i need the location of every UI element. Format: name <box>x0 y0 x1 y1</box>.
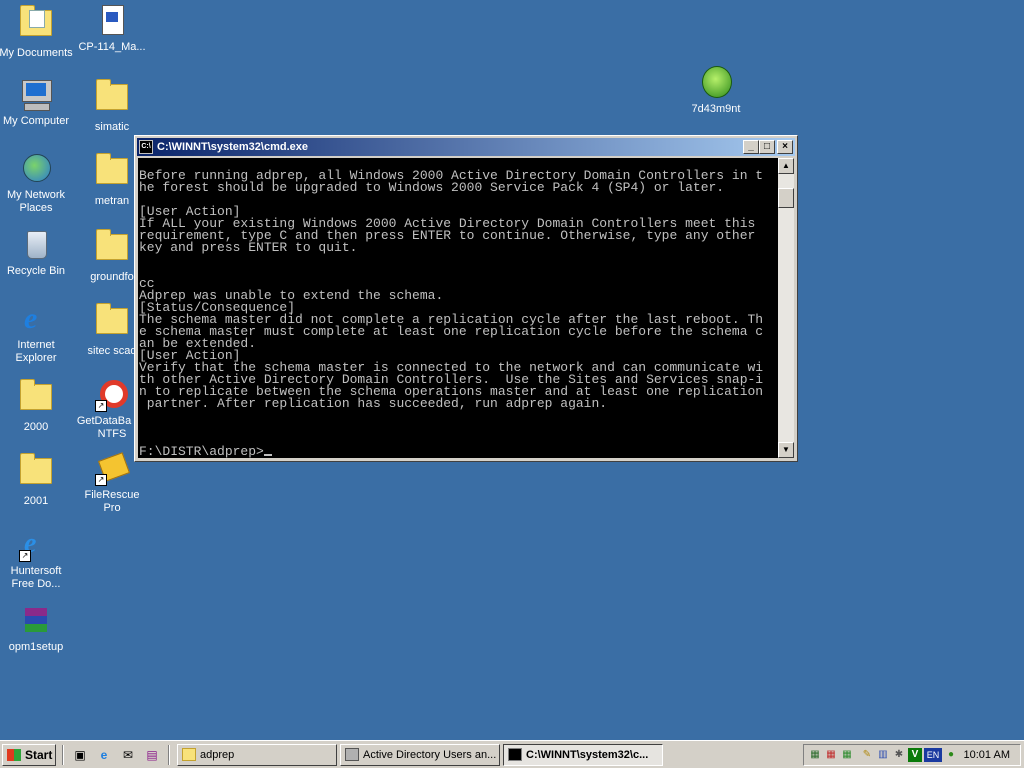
desktop-icon-huntersoft[interactable]: e ↗ Huntersoft Free Do... <box>0 528 74 591</box>
scroll-thumb[interactable] <box>778 188 794 208</box>
desktop-icon-label: My Documents <box>0 47 73 59</box>
drweb-spider-icon <box>699 66 733 100</box>
folder-icon <box>95 303 129 342</box>
minimize-button[interactable]: _ <box>743 140 759 154</box>
desktop-icon-7d43m9nt[interactable]: 7d43m9nt <box>678 66 754 116</box>
window-title: C:\WINNT\system32\cmd.exe <box>157 141 308 153</box>
cmd-icon[interactable]: C:\ <box>139 140 153 154</box>
scroll-up-button[interactable]: ▲ <box>778 158 794 174</box>
shortcut-arrow-icon: ↗ <box>95 400 107 412</box>
winrar-archive-icon <box>19 604 53 638</box>
console-line: F:\DISTR\adprep> <box>139 445 778 458</box>
my-documents-icon <box>19 5 53 44</box>
vertical-scrollbar[interactable]: ▲ ▼ <box>778 158 794 458</box>
task-label: Active Directory Users an... <box>363 749 497 761</box>
console-line: partner. After replication has succeeded… <box>139 396 608 411</box>
task-label: C:\WINNT\system32\c... <box>526 749 649 761</box>
shortcut-arrow-icon: ↗ <box>19 550 31 562</box>
maximize-button[interactable]: □ <box>759 140 775 154</box>
window-titlebar[interactable]: C:\ C:\WINNT\system32\cmd.exe _ □ × <box>137 138 795 156</box>
internet-explorer-icon: e <box>24 302 38 335</box>
desktop-icon-internet-explorer[interactable]: e Internet Explorer <box>0 302 74 365</box>
close-button[interactable]: × <box>777 140 793 154</box>
desktop-icon-label: My Computer <box>2 115 70 127</box>
taskbar-separator <box>62 745 64 765</box>
desktop-icon-my-documents[interactable]: My Documents <box>0 4 74 60</box>
desktop-icon-cp-114[interactable]: CP-114_Ma... <box>74 4 150 54</box>
task-ad-users[interactable]: Active Directory Users an... <box>340 744 500 766</box>
taskbar-separator <box>168 745 170 765</box>
task-adprep[interactable]: adprep <box>177 744 337 766</box>
shortcut-arrow-icon: ↗ <box>95 474 107 486</box>
lifebuoy-icon: ↗ <box>95 378 129 412</box>
recycle-bin-icon <box>19 228 53 262</box>
desktop-icon-label: Internet Explorer <box>15 339 57 364</box>
network-connection-icon[interactable]: ▦ <box>824 748 838 762</box>
folder-icon <box>95 79 129 118</box>
filerescue-icon: ↗ <box>95 452 130 486</box>
desktop-icon-2001[interactable]: 2001 <box>0 452 74 508</box>
desktop-icon-label: FileRescue Pro <box>84 489 140 514</box>
cmd-window[interactable]: C:\ C:\WINNT\system32\cmd.exe _ □ × Befo… <box>134 135 798 462</box>
desktop-icon-my-computer[interactable]: My Computer <box>0 78 74 128</box>
pen-tool-icon[interactable]: ✎ <box>860 748 874 762</box>
desktop-icon-label: Recycle Bin <box>6 265 66 277</box>
network-status-icon[interactable]: ▦ <box>840 748 854 762</box>
text-cursor <box>263 454 272 456</box>
desktop-icon-label: opm1setup <box>8 641 64 653</box>
folder-icon <box>182 748 196 761</box>
folder-icon <box>95 153 129 192</box>
desktop-icon-label: 7d43m9nt <box>691 103 741 115</box>
desktop-icon-label: 2000 <box>23 421 49 433</box>
save-disk-icon[interactable]: ▤ <box>144 747 160 763</box>
language-indicator[interactable]: EN <box>924 748 942 762</box>
start-label: Start <box>25 748 53 762</box>
task-cmd[interactable]: C:\WINNT\system32\c... <box>503 744 663 766</box>
wrench-icon[interactable]: ✱ <box>892 748 906 762</box>
taskbar: Start ▣ e ✉ ▤ adprep Active Directory Us… <box>0 740 1024 768</box>
desktop-icon-label: Huntersoft Free Do... <box>10 565 62 590</box>
cmd-icon <box>508 748 522 761</box>
monitor-icon[interactable]: ▥ <box>876 748 890 762</box>
clock[interactable]: 10:01 AM <box>964 745 1010 765</box>
document-icon <box>95 4 129 38</box>
drweb-spider-icon[interactable]: ● <box>944 748 958 762</box>
huntersoft-icon: e ↗ <box>19 528 53 562</box>
windows-logo-icon <box>7 749 21 761</box>
internet-explorer-icon[interactable]: e <box>96 747 112 763</box>
desktop-icon-label: My Network Places <box>6 189 66 214</box>
show-desktop-icon[interactable]: ▣ <box>72 747 88 763</box>
task-label: adprep <box>200 749 235 761</box>
system-tray: ▦ ▦ ▦ ✎ ▥ ✱ V EN ● 10:01 AM <box>803 744 1021 766</box>
console-line: he forest should be upgraded to Windows … <box>139 180 725 195</box>
network-places-icon <box>19 152 53 186</box>
folder-icon <box>95 229 129 268</box>
ad-users-icon <box>345 748 359 761</box>
desktop-icon-2000[interactable]: 2000 <box>0 378 74 434</box>
desktop-icon-label: simatic <box>94 121 130 133</box>
desktop-icon-label: 2001 <box>23 495 49 507</box>
desktop-icon-label: CP-114_Ma... <box>78 41 146 53</box>
network-icon[interactable]: ▦ <box>808 748 822 762</box>
desktop-icon-recycle-bin[interactable]: Recycle Bin <box>0 228 74 278</box>
console-line: key and press ENTER to quit. <box>139 240 358 255</box>
folder-icon <box>19 453 53 492</box>
scroll-down-button[interactable]: ▼ <box>778 442 794 458</box>
my-computer-icon <box>19 78 53 112</box>
start-button[interactable]: Start <box>2 744 56 766</box>
antivirus-v-icon[interactable]: V <box>908 748 922 762</box>
folder-icon <box>19 379 53 418</box>
desktop-icon-opm1setup[interactable]: opm1setup <box>0 604 74 654</box>
outlook-express-icon[interactable]: ✉ <box>120 747 136 763</box>
console-output[interactable]: Before running adprep, all Windows 2000 … <box>138 158 778 458</box>
desktop-icon-simatic[interactable]: simatic <box>74 78 150 134</box>
desktop-icon-my-network-places[interactable]: My Network Places <box>0 152 74 215</box>
